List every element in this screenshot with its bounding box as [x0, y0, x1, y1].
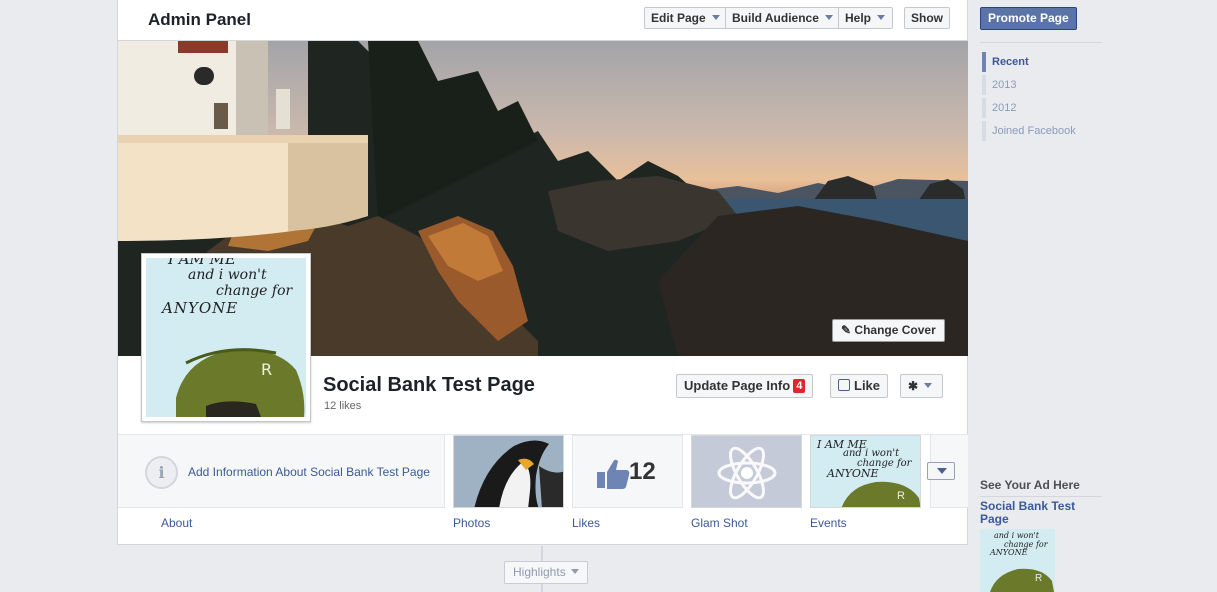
help-menu[interactable]: Help [839, 8, 893, 28]
page-title[interactable]: Social Bank Test Page [323, 374, 535, 397]
photos-tab-label[interactable]: Photos [453, 516, 490, 530]
timeline-nav-recent[interactable]: Recent [982, 52, 1092, 72]
edit-page-label: Edit Page [651, 11, 706, 25]
info-icon: i [145, 456, 178, 489]
see-your-ad-heading: See Your Ad Here [980, 478, 1080, 492]
timeline-nav-2012[interactable]: 2012 [982, 98, 1092, 118]
glam-shot-tab-label[interactable]: Glam Shot [691, 516, 748, 530]
events-tab-label[interactable]: Events [810, 516, 847, 530]
cap-letter: R [897, 490, 905, 502]
likes-app-thumbnail[interactable]: 12 [572, 435, 683, 508]
gear-icon: ✱ [908, 379, 919, 393]
notification-badge: 4 [793, 379, 806, 393]
likes-tab-label[interactable]: Likes [572, 516, 600, 530]
thumbs-up-icon [838, 379, 850, 391]
likes-count: 12 [629, 458, 656, 485]
penguin-photo [454, 436, 563, 507]
admin-menu-group: Edit Page Build Audience Help [644, 7, 893, 29]
show-label: Show [911, 11, 943, 25]
about-tab-label[interactable]: About [161, 516, 192, 530]
add-about-info-link[interactable]: Add Information About Social Bank Test P… [188, 465, 430, 479]
page-likes-count[interactable]: 12 likes [324, 400, 361, 412]
chevron-down-icon [924, 383, 933, 388]
page-settings-button[interactable]: ✱ [900, 374, 943, 398]
change-cover-label: Change Cover [854, 323, 936, 337]
build-audience-menu[interactable]: Build Audience [726, 8, 838, 28]
photos-app-thumbnail[interactable] [453, 435, 564, 508]
update-page-info-label: Update Page Info [684, 378, 791, 393]
page-apps-row: i Add Information About Social Bank Test… [118, 434, 968, 544]
timeline-nav-label: Recent [992, 56, 1029, 68]
glam-shot-app-thumbnail[interactable] [691, 435, 802, 508]
sidebar-divider [980, 42, 1102, 43]
admin-panel-title: Admin Panel [148, 10, 251, 29]
cap-letter: R [261, 360, 273, 379]
cap-illustration [176, 348, 305, 417]
chevron-down-icon [570, 569, 579, 574]
chevron-down-icon [711, 15, 720, 20]
admin-panel-bar: Admin Panel Edit Page Build Audience Hel… [118, 0, 967, 41]
profile-picture[interactable]: I AM ME and i won't change for ANYONE R [141, 253, 311, 422]
timeline-nav-label: 2013 [992, 79, 1017, 91]
atom-icon [717, 446, 777, 500]
timeline-nav-2013[interactable]: 2013 [982, 75, 1092, 95]
chevron-down-icon [877, 15, 886, 20]
show-admin-panel-button[interactable]: Show [904, 7, 950, 29]
highlights-dropdown[interactable]: Highlights [504, 561, 588, 584]
ad-preview-image[interactable]: and i won't change for ANYONE R [980, 529, 1055, 592]
help-label: Help [845, 11, 872, 25]
about-section[interactable]: i Add Information About Social Bank Test… [118, 435, 445, 508]
pencil-icon: ✎ [841, 323, 852, 337]
cap-letter: R [1035, 573, 1043, 584]
events-app-thumbnail[interactable]: I AM ME and i won't change for ANYONE R [810, 435, 921, 508]
like-button[interactable]: Like [830, 374, 889, 398]
timeline-nav-joined[interactable]: Joined Facebook [982, 121, 1092, 141]
chevron-down-icon [824, 15, 833, 20]
like-label: Like [854, 378, 881, 393]
edit-page-menu[interactable]: Edit Page [645, 8, 725, 28]
ad-divider [980, 496, 1102, 497]
change-cover-button[interactable]: ✎ Change Cover [832, 319, 945, 342]
profile-picture-image: I AM ME and i won't change for ANYONE R [146, 258, 306, 417]
page-timeline: Admin Panel Edit Page Build Audience Hel… [117, 0, 968, 545]
promote-page-button[interactable]: Promote Page [980, 7, 1077, 30]
timeline-nav-label: Joined Facebook [992, 125, 1076, 137]
promote-page-label: Promote Page [988, 11, 1069, 25]
timeline-nav-label: 2012 [992, 102, 1017, 114]
build-audience-label: Build Audience [732, 11, 819, 25]
apps-expand-button[interactable] [927, 462, 955, 480]
cap-illustration [990, 568, 1054, 592]
update-page-info-button[interactable]: Update Page Info 4 [676, 374, 814, 398]
ad-page-title-link[interactable]: Social Bank Test Page [980, 500, 1090, 526]
highlights-label: Highlights [513, 565, 566, 579]
